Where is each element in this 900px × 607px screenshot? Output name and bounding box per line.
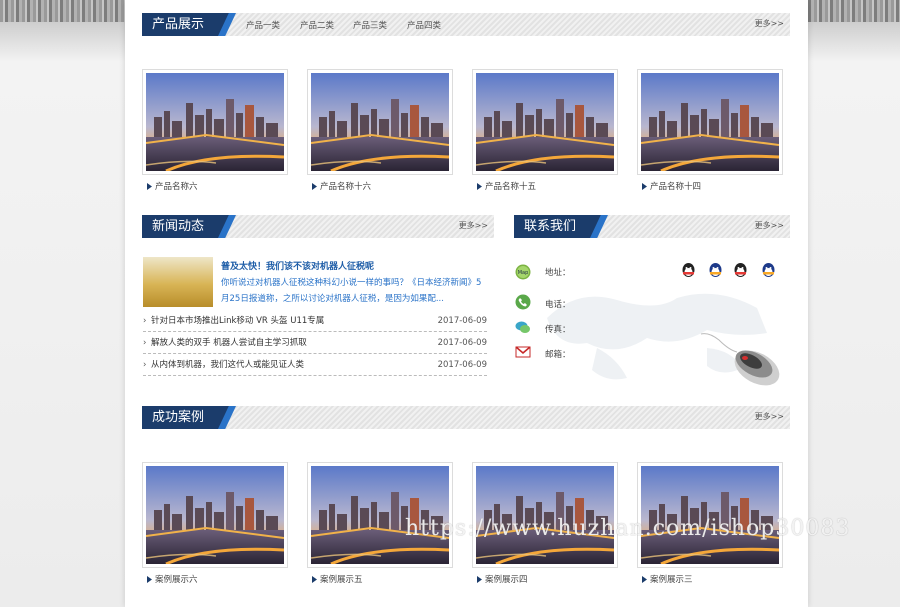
- email-label: 邮箱：: [545, 350, 571, 360]
- phone-icon: [515, 294, 531, 310]
- case-caption-2[interactable]: 案例展示五: [312, 573, 363, 585]
- news-list-item[interactable]: › 针对日本市场推出Link移动 VR 头盔 U11专属 2017-06-09: [143, 311, 487, 332]
- news-date: 2017-06-09: [437, 316, 487, 326]
- news-list-item[interactable]: › 解放人类的双手 机器人尝试自主学习抓取 2017-06-09: [143, 333, 487, 354]
- product-caption-2[interactable]: 产品名称十六: [312, 180, 371, 192]
- product-photo: [310, 73, 450, 173]
- map-badge-text: Map: [518, 270, 529, 276]
- arrow-icon: [147, 183, 152, 190]
- news-more-link[interactable]: 更多>>: [459, 220, 488, 231]
- news-date: 2017-06-09: [437, 360, 487, 370]
- product-photo: [640, 73, 780, 173]
- category-tab-2[interactable]: 产品二类: [300, 19, 334, 31]
- qq-chat-icon[interactable]: [760, 262, 777, 279]
- product-caption-3[interactable]: 产品名称十五: [477, 180, 536, 192]
- case-image-2[interactable]: [307, 462, 453, 568]
- product-caption-1[interactable]: 产品名称六: [147, 180, 198, 192]
- product-photo: [145, 73, 285, 173]
- arrow-icon: [642, 576, 647, 583]
- arrow-icon: [642, 183, 647, 190]
- map-icon: Map: [515, 264, 531, 280]
- bullet-icon: ›: [143, 316, 147, 326]
- case-image-3[interactable]: [472, 462, 618, 568]
- bullet-icon: ›: [143, 360, 147, 370]
- case-caption-3[interactable]: 案例展示四: [477, 573, 528, 585]
- news-date: 2017-06-09: [437, 338, 487, 348]
- case-image-4[interactable]: [637, 462, 783, 568]
- cases-header: 成功案例 更多>>: [142, 406, 790, 429]
- case-image-1[interactable]: [142, 462, 288, 568]
- bullet-icon: ›: [143, 338, 147, 348]
- page-container: 产品展示 产品一类 产品二类 产品三类 产品四类 更多>> 产品名称六 产品名称…: [125, 0, 849, 607]
- contact-more-link[interactable]: 更多>>: [755, 220, 784, 231]
- phone-label: 电话：: [545, 300, 571, 310]
- news-header: 新闻动态 更多>>: [142, 215, 494, 238]
- watermark-text: https://www.huzhan.com/ishop30083: [405, 516, 851, 541]
- product-caption-4[interactable]: 产品名称十四: [642, 180, 701, 192]
- product-photo: [475, 73, 615, 173]
- qq-chat-icon[interactable]: [707, 262, 724, 279]
- news-feature-title[interactable]: 普及太快！我们该不该对机器人征税呢: [221, 259, 374, 272]
- arrow-icon: [147, 576, 152, 583]
- category-tab-3[interactable]: 产品三类: [353, 19, 387, 31]
- arrow-icon: [312, 183, 317, 190]
- chat-icon: [515, 321, 530, 333]
- case-photo: [310, 466, 450, 566]
- address-label: 地址：: [545, 268, 571, 278]
- case-photo: [145, 466, 285, 566]
- case-photo: [640, 466, 780, 566]
- contact-header: 联系我们 更多>>: [514, 215, 790, 238]
- mail-icon: [515, 346, 531, 358]
- arrow-icon: [477, 183, 482, 190]
- product-image-2[interactable]: [307, 69, 453, 175]
- case-photo: [475, 466, 615, 566]
- arrow-icon: [312, 576, 317, 583]
- qq-chat-icon[interactable]: [732, 262, 749, 279]
- news-list-item[interactable]: › 从内体到机器，我们这代人或能见证人类 2017-06-09: [143, 355, 487, 376]
- product-image-3[interactable]: [472, 69, 618, 175]
- case-caption-1[interactable]: 案例展示六: [147, 573, 198, 585]
- category-tab-1[interactable]: 产品一类: [246, 19, 280, 31]
- product-image-1[interactable]: [142, 69, 288, 175]
- category-tab-4[interactable]: 产品四类: [407, 19, 441, 31]
- computer-mouse-icon: [700, 333, 780, 386]
- products-more-link[interactable]: 更多>>: [755, 18, 784, 29]
- news-feature-image[interactable]: [143, 257, 213, 307]
- arrow-icon: [477, 576, 482, 583]
- fax-label: 传真：: [545, 325, 571, 335]
- news-feature-summary: 你听说过对机器人征税这种科幻小说一样的事吗？《日本经济新闻》5月25日报道称，之…: [221, 278, 482, 304]
- product-image-4[interactable]: [637, 69, 783, 175]
- case-caption-4[interactable]: 案例展示三: [642, 573, 693, 585]
- qq-chat-icon[interactable]: [680, 262, 697, 279]
- cases-more-link[interactable]: 更多>>: [755, 411, 784, 422]
- products-header: 产品展示 产品一类 产品二类 产品三类 产品四类 更多>>: [142, 13, 790, 36]
